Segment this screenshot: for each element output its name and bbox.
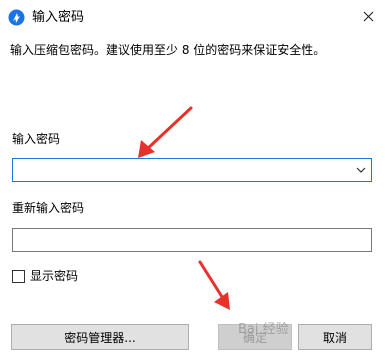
show-password-row[interactable]: 显示密码: [12, 268, 78, 284]
chevron-down-icon[interactable]: [355, 165, 367, 175]
repeat-password-input[interactable]: [12, 228, 372, 252]
repeat-password-label: 重新输入密码: [12, 201, 85, 215]
title-bar: 输入密码: [0, 0, 385, 34]
description-text: 输入压缩包密码。建议使用至少 8 位的密码来保证安全性。: [10, 43, 326, 57]
show-password-checkbox[interactable]: [12, 269, 25, 283]
bandizip-app-icon: [8, 9, 25, 26]
password-input[interactable]: [12, 158, 372, 182]
show-password-label[interactable]: 显示密码: [30, 268, 78, 284]
password-label: 输入密码: [12, 132, 61, 146]
password-manager-button[interactable]: 密码管理器...: [11, 324, 189, 350]
close-icon: [363, 11, 373, 21]
close-button[interactable]: [351, 0, 385, 32]
annotation-arrow-ok: [198, 260, 230, 310]
cancel-button[interactable]: 取消: [298, 324, 372, 350]
window-title: 输入密码: [32, 10, 85, 25]
annotation-arrow-password: [138, 106, 193, 158]
watermark: Bai 经验: [238, 322, 289, 337]
